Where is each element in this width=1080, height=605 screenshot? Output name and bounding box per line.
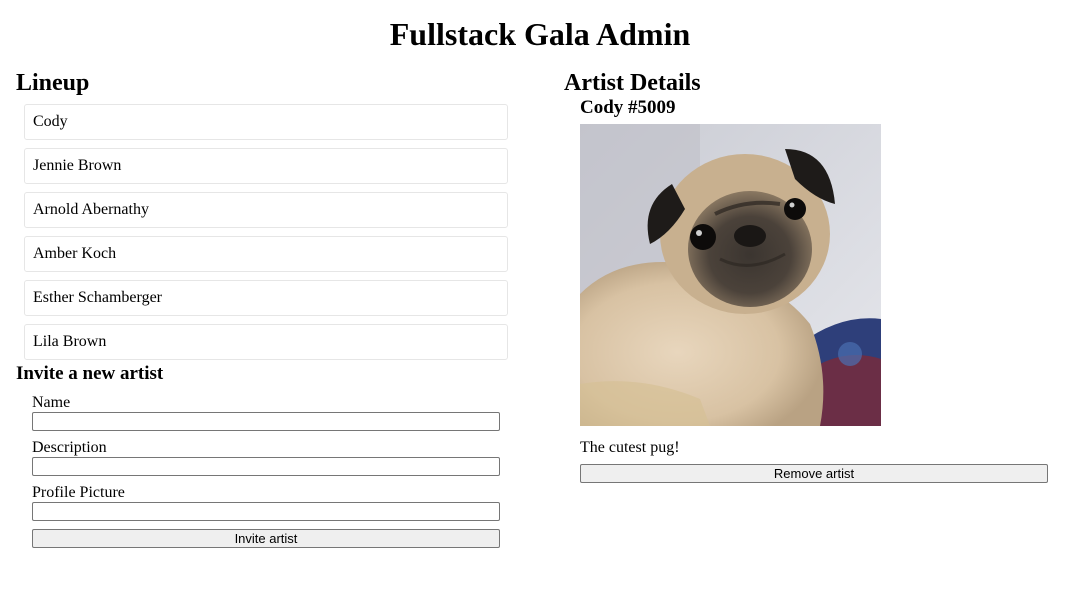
lineup-item-lila-brown[interactable]: Lila Brown bbox=[24, 324, 508, 360]
lineup-column: Lineup Cody Jennie Brown Arnold Abernath… bbox=[16, 68, 516, 548]
invite-form: Name Description Profile Picture Invite … bbox=[32, 394, 500, 548]
invite-artist-button[interactable]: Invite artist bbox=[32, 529, 500, 548]
invite-title: Invite a new artist bbox=[16, 363, 164, 384]
name-label: Name bbox=[32, 394, 71, 411]
artist-name: Cody #5009 bbox=[580, 97, 676, 118]
artist-details-title: Artist Details bbox=[564, 70, 701, 96]
name-input[interactable] bbox=[32, 412, 500, 431]
remove-artist-button[interactable]: Remove artist bbox=[580, 464, 1048, 483]
lineup-item-amber-koch[interactable]: Amber Koch bbox=[24, 236, 508, 272]
description-input[interactable] bbox=[32, 457, 500, 476]
description-label: Description bbox=[32, 439, 107, 456]
artist-details: Cody #5009 The cutest pug! Remove artist bbox=[580, 96, 1064, 483]
app-title: Fullstack Gala Admin bbox=[389, 16, 691, 52]
lineup-item-arnold-abernathy[interactable]: Arnold Abernathy bbox=[24, 192, 508, 228]
lineup-title: Lineup bbox=[16, 70, 90, 96]
lineup-item-esther-schamberger[interactable]: Esther Schamberger bbox=[24, 280, 508, 316]
artist-description: The cutest pug! bbox=[580, 439, 680, 456]
artist-details-column: Artist Details Cody #5009 The cutest pug… bbox=[564, 68, 1064, 483]
lineup-item-cody[interactable]: Cody bbox=[24, 104, 508, 140]
artist-photo bbox=[580, 124, 881, 426]
lineup-item-jennie-brown[interactable]: Jennie Brown bbox=[24, 148, 508, 184]
lineup-list: Cody Jennie Brown Arnold Abernathy Amber… bbox=[24, 104, 508, 360]
profile-picture-label: Profile Picture bbox=[32, 484, 125, 501]
profile-picture-input[interactable] bbox=[32, 502, 500, 521]
